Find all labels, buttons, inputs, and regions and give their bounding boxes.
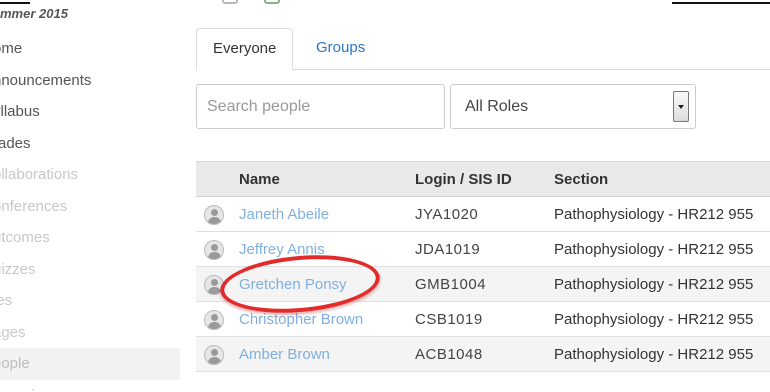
avatar-icon [204, 345, 224, 365]
login-id: CSB1019 [415, 311, 483, 328]
table-row: Gretchen Ponsy GMB1004 Pathophysiology -… [196, 267, 770, 302]
nav-item-announcements[interactable]: nnouncements [0, 65, 180, 97]
login-id: ACB1048 [415, 346, 483, 363]
nav-item-quizzes[interactable]: uizzes [0, 254, 180, 286]
section-name: Pathophysiology - HR212 955 [554, 206, 754, 223]
nav-item-syllabus[interactable]: yllabus [0, 96, 180, 128]
avatar-icon [204, 310, 224, 330]
tab-groups[interactable]: Groups [300, 28, 381, 70]
person-name-link[interactable]: Janeth Abeile [239, 197, 329, 232]
person-name-link[interactable]: Jeffrey Annis [239, 232, 325, 267]
login-id: GMB1004 [415, 276, 487, 293]
nav-item-discussions[interactable]: scussions [0, 380, 180, 392]
table-row: Janeth Abeile JYA1020 Pathophysiology - … [196, 197, 770, 232]
view-icon[interactable] [222, 0, 238, 4]
people-tabs: Everyone Groups [196, 28, 770, 70]
column-header-name[interactable]: Name [239, 162, 280, 197]
nav-item-pages[interactable]: ages [0, 317, 180, 349]
table-row: Amber Brown ACB1048 Pathophysiology - HR… [196, 337, 770, 372]
nav-item-grades[interactable]: rades [0, 128, 180, 160]
nav-item-conferences[interactable]: onferences [0, 191, 180, 223]
course-term: mmer 2015 [0, 6, 68, 21]
login-id: JDA1019 [415, 241, 481, 258]
person-name-link[interactable]: Christopher Brown [239, 302, 363, 337]
section-name: Pathophysiology - HR212 955 [554, 311, 754, 328]
person-name-link[interactable]: Gretchen Ponsy [239, 267, 347, 302]
section-name: Pathophysiology - HR212 955 [554, 276, 754, 293]
person-name-link[interactable]: Amber Brown [239, 337, 330, 372]
course-nav: ome nnouncements yllabus rades ollaborat… [0, 33, 180, 392]
table-row: Jeffrey Annis JDA1019 Pathophysiology - … [196, 232, 770, 267]
top-border-right [672, 2, 770, 4]
table-row: Christopher Brown CSB1019 Pathophysiolog… [196, 302, 770, 337]
login-id: JYA1020 [415, 206, 479, 223]
people-table: Name Login / SIS ID Section Janeth Abeil… [196, 161, 770, 372]
chevron-down-icon[interactable] [673, 91, 689, 122]
course-sidebar: mmer 2015 ome nnouncements yllabus rades… [0, 0, 180, 392]
avatar-icon [204, 205, 224, 225]
nav-item-collaborations[interactable]: ollaborations [0, 159, 180, 191]
nav-item-home[interactable]: ome [0, 33, 180, 65]
roles-select-value: All Roles [465, 98, 529, 115]
column-header-login[interactable]: Login / SIS ID [415, 162, 512, 197]
nav-item-people[interactable]: eople [0, 348, 180, 380]
section-name: Pathophysiology - HR212 955 [554, 346, 754, 363]
column-header-section[interactable]: Section [554, 162, 608, 197]
nav-item-files[interactable]: les [0, 285, 180, 317]
nav-item-outcomes[interactable]: utcomes [0, 222, 180, 254]
avatar-icon [204, 240, 224, 260]
roles-select[interactable]: All Roles [450, 84, 696, 129]
add-icon[interactable] [264, 0, 280, 4]
avatar-icon [204, 275, 224, 295]
search-people-input[interactable] [196, 84, 445, 129]
toolbar-icons [222, 0, 280, 4]
section-name: Pathophysiology - HR212 955 [554, 241, 754, 258]
table-header: Name Login / SIS ID Section [196, 161, 770, 197]
tab-everyone[interactable]: Everyone [196, 28, 294, 70]
